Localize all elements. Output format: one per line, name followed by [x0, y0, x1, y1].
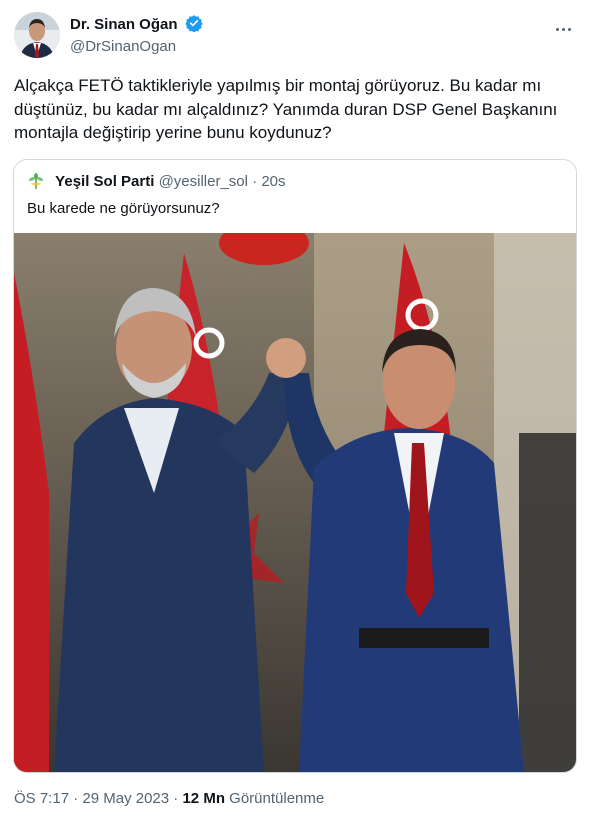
quoted-tweet-photo[interactable]: [14, 221, 576, 772]
views-label: Görüntülenme: [229, 790, 325, 807]
avatar[interactable]: [14, 12, 60, 58]
author-display-name[interactable]: Dr. Sinan Oğan: [70, 15, 178, 35]
tweet-text: Alçakça FETÖ taktikleriyle yapılmış bir …: [14, 76, 558, 142]
quoted-separator: ·: [252, 173, 258, 190]
tweet-date[interactable]: 29 May 2023: [82, 790, 169, 807]
views-count[interactable]: 12 Mn: [182, 790, 225, 807]
quoted-tweet-header: Yeşil Sol Parti @yesiller_sol · 20s: [27, 172, 286, 192]
tweet-time[interactable]: ÖS 7:17: [14, 790, 69, 807]
quoted-handle[interactable]: @yesiller_sol: [159, 173, 248, 190]
more-options-icon[interactable]: [554, 18, 574, 31]
footer-separator-2: ·: [173, 790, 179, 807]
tweet-header: Dr. Sinan Oğan @DrSinanOgan: [14, 12, 578, 60]
party-logo-icon: [27, 172, 45, 190]
verified-badge-icon: [185, 14, 203, 37]
tweet-footer: ÖS 7:17 · 29 May 2023 · 12 Mn Görüntülen…: [14, 790, 324, 807]
quoted-display-name[interactable]: Yeşil Sol Parti: [55, 173, 154, 190]
quoted-tweet-text: Bu karede ne görüyorsunuz?: [27, 200, 220, 217]
footer-separator: ·: [73, 790, 79, 807]
quoted-tweet[interactable]: Yeşil Sol Parti @yesiller_sol · 20s Bu k…: [13, 159, 577, 773]
author-handle[interactable]: @DrSinanOgan: [70, 37, 203, 57]
quoted-time[interactable]: 20s: [261, 173, 285, 190]
